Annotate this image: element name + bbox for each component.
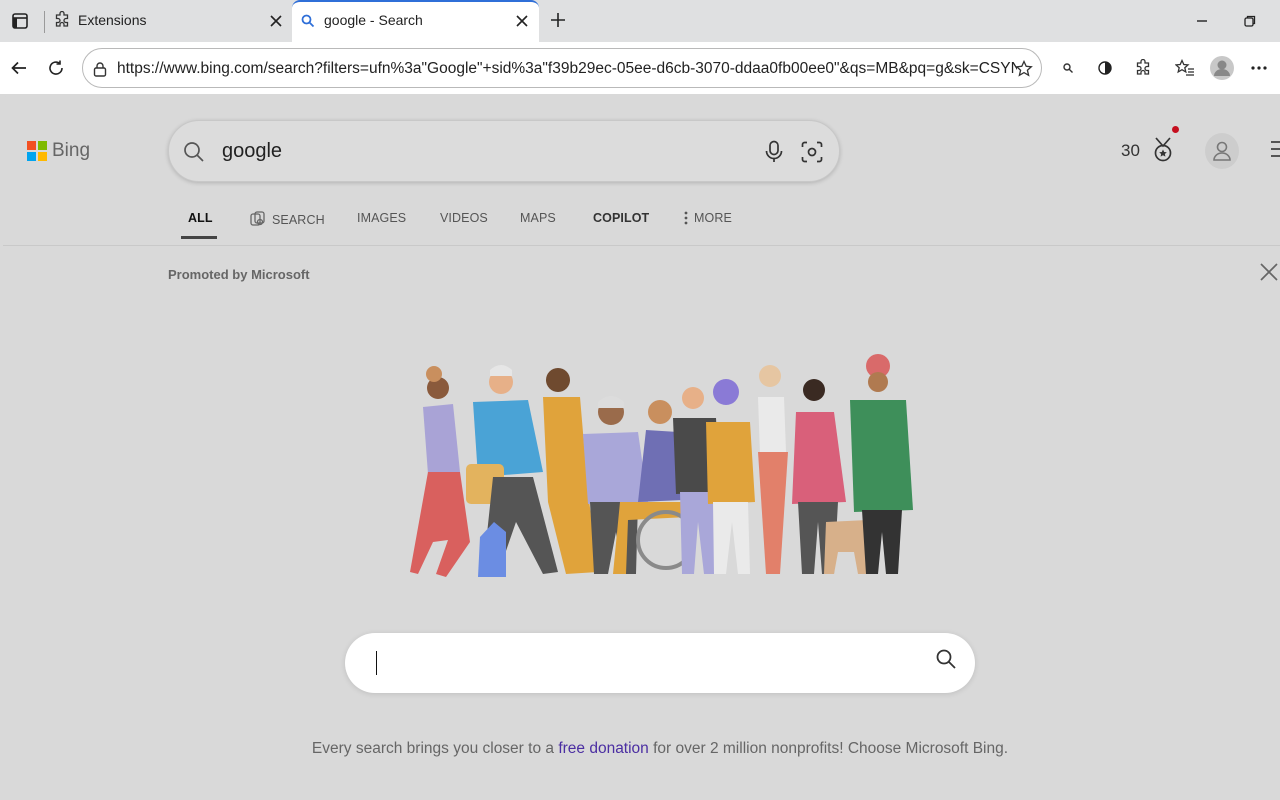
tab-google-search-label: google - Search — [324, 12, 423, 28]
url-text[interactable]: https://www.bing.com/search?filters=ufn%… — [117, 60, 1017, 78]
search-icon[interactable] — [177, 135, 211, 169]
restore-icon[interactable] — [1230, 6, 1270, 36]
minimize-icon[interactable] — [1182, 6, 1222, 36]
zoom-search-icon[interactable] — [1052, 52, 1084, 84]
microsoft-logo-icon — [27, 141, 47, 161]
close-tab-icon[interactable] — [266, 11, 286, 31]
refresh-icon[interactable] — [40, 52, 72, 84]
top-search-box[interactable]: google — [168, 120, 840, 182]
favorite-star-icon[interactable] — [1013, 58, 1035, 80]
promoted-label: Promoted by Microsoft — [168, 267, 310, 282]
profile-avatar-icon[interactable] — [1206, 52, 1238, 84]
more-dots-icon — [684, 211, 688, 225]
tab-more[interactable]: MORE — [684, 211, 732, 225]
tab-search-label: SEARCH — [272, 213, 325, 227]
back-icon[interactable] — [3, 52, 35, 84]
scope-navigation: ALL SEARCH IMAGES VIDEOS MAPS COPILOT MO… — [3, 200, 1280, 246]
donation-search-input[interactable] — [385, 647, 905, 679]
lock-icon[interactable] — [91, 60, 109, 78]
favorites-icon[interactable] — [1169, 52, 1201, 84]
tab-images[interactable]: IMAGES — [357, 211, 406, 225]
free-donation-link[interactable]: free donation — [558, 740, 649, 757]
tab-all[interactable]: ALL — [188, 211, 213, 225]
page-content: Bing google 30 ALL SEARCH IMAGES VIDEOS … — [3, 94, 1280, 800]
browser-toolbar: https://www.bing.com/search?filters=ufn%… — [0, 42, 1280, 94]
visual-search-icon[interactable] — [795, 135, 829, 169]
tab-maps[interactable]: MAPS — [520, 211, 556, 225]
bing-brand-text: Bing — [52, 140, 91, 161]
tagline-text-after: for over 2 million nonprofits! Choose Mi… — [648, 740, 1009, 757]
notification-dot — [1172, 126, 1179, 133]
donation-tagline: Every search brings you closer to a free… — [3, 740, 1280, 758]
tab-google-search[interactable]: google - Search — [292, 0, 539, 42]
puzzle-icon — [52, 10, 72, 30]
search-query-text[interactable]: google — [222, 140, 282, 163]
search-icon[interactable] — [935, 648, 965, 678]
tab-search[interactable]: SEARCH — [249, 211, 325, 229]
rewards-medal-icon[interactable] — [1148, 135, 1178, 165]
extensions-icon[interactable] — [1127, 52, 1159, 84]
tab-extensions[interactable]: Extensions — [44, 0, 290, 42]
tagline-text-before: Every search brings you closer to a — [311, 740, 559, 757]
new-tab-icon[interactable] — [546, 8, 570, 32]
tab-more-label: MORE — [694, 211, 732, 225]
search-icon — [298, 11, 318, 31]
tab-copilot[interactable]: COPILOT — [593, 211, 649, 225]
tab-strip: Extensions google - Search — [0, 0, 1280, 42]
tab-videos[interactable]: VIDEOS — [440, 211, 488, 225]
close-tab-icon[interactable] — [512, 11, 532, 31]
active-tab-indicator — [181, 236, 217, 239]
copilot-search-icon — [249, 211, 267, 229]
settings-more-icon[interactable] — [1243, 52, 1275, 84]
tab-actions-icon[interactable] — [8, 9, 32, 33]
bing-profile-icon[interactable] — [1205, 133, 1239, 169]
address-bar[interactable]: https://www.bing.com/search?filters=ufn%… — [82, 48, 1042, 88]
microphone-icon[interactable] — [757, 135, 791, 169]
tab-extensions-label: Extensions — [78, 12, 147, 28]
dark-mode-icon[interactable] — [1089, 52, 1121, 84]
close-icon[interactable] — [1259, 262, 1280, 284]
donation-search-box[interactable] — [345, 633, 975, 693]
rewards-count[interactable]: 30 — [1121, 141, 1140, 161]
bing-logo[interactable]: Bing — [27, 140, 90, 162]
hamburger-menu-icon[interactable] — [1271, 141, 1280, 159]
text-cursor — [376, 651, 377, 675]
people-illustration — [410, 354, 913, 577]
